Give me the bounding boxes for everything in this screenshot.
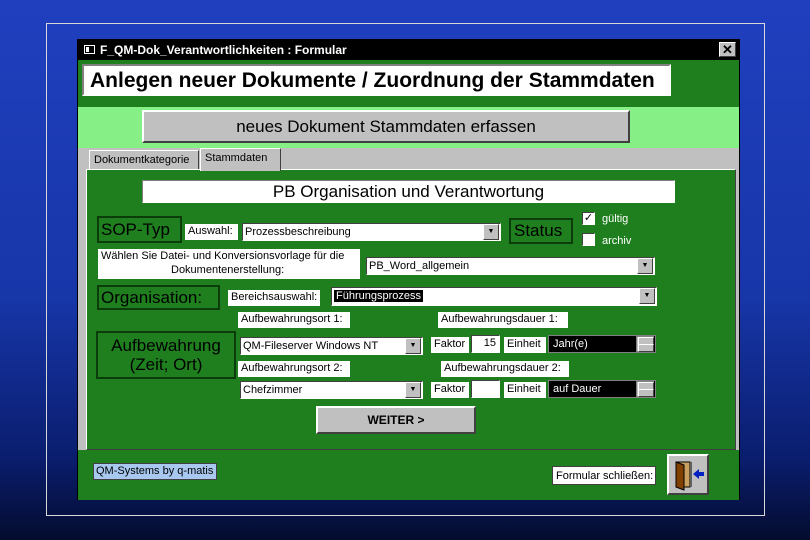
status-valid-label: gültig bbox=[602, 213, 629, 225]
close-form-button[interactable] bbox=[667, 454, 709, 495]
template-select[interactable]: PB_Word_allgemein bbox=[366, 257, 655, 275]
unit2-spinner[interactable] bbox=[636, 381, 654, 397]
sop-select-label: Auswahl: bbox=[185, 224, 238, 240]
unit1-spinner[interactable] bbox=[636, 336, 654, 352]
retention-place1-select[interactable]: QM-Fileserver Windows NT bbox=[240, 337, 423, 355]
unit2-value: auf Dauer bbox=[553, 383, 602, 395]
unit2-label: Einheit bbox=[504, 382, 546, 398]
template-label-line2: Dokumentenerstellung: bbox=[171, 264, 285, 276]
credit-label[interactable]: QM-Systems by q-matis bbox=[93, 463, 217, 480]
retention-duration2-label: Aufbewahrungsdauer 2: bbox=[441, 361, 569, 377]
template-dropdown-icon[interactable]: ▼ bbox=[637, 258, 653, 274]
status-checkbox-archive[interactable] bbox=[582, 233, 595, 246]
template-label: Wählen Sie Datei- und Konversionsvorlage… bbox=[98, 249, 360, 279]
factor2-label: Faktor bbox=[431, 382, 469, 398]
retention-heading: Aufbewahrung (Zeit; Ort) bbox=[96, 331, 236, 379]
exit-door-icon bbox=[675, 461, 704, 491]
retention-place2-value: Chefzimmer bbox=[243, 384, 303, 396]
form-icon[interactable] bbox=[84, 45, 95, 54]
category-banner: PB Organisation und Verantwortung bbox=[142, 180, 675, 203]
window-titlebar: F_QM-Dok_Verantwortlichkeiten : Formular bbox=[78, 40, 739, 60]
organisation-heading: Organisation: bbox=[97, 285, 220, 310]
retention-place2-select[interactable]: Chefzimmer bbox=[240, 381, 423, 399]
retention-duration1-label: Aufbewahrungsdauer 1: bbox=[438, 312, 568, 328]
factor1-label: Faktor bbox=[431, 337, 469, 353]
retention-place2-label: Aufbewahrungsort 2: bbox=[238, 361, 350, 377]
organisation-select[interactable]: Führungsprozess bbox=[331, 287, 657, 306]
sop-dropdown-icon[interactable]: ▼ bbox=[483, 224, 499, 240]
next-button[interactable]: WEITER > bbox=[316, 406, 476, 434]
new-document-button[interactable]: neues Dokument Stammdaten erfassen bbox=[142, 110, 630, 143]
window-close-button[interactable]: ✕ bbox=[719, 42, 736, 57]
close-form-label: Formular schließen: bbox=[552, 466, 656, 485]
retention-place1-value: QM-Fileserver Windows NT bbox=[243, 340, 379, 352]
retention-place1-label: Aufbewahrungsort 1: bbox=[238, 312, 350, 328]
sop-type-select[interactable]: Prozessbeschreibung bbox=[242, 223, 501, 241]
factor2-input[interactable] bbox=[471, 380, 500, 398]
sop-type-heading: SOP-Typ bbox=[97, 216, 182, 243]
template-label-line1: Wählen Sie Datei- und Konversionsvorlage… bbox=[101, 250, 345, 262]
retention-place1-dropdown-icon[interactable]: ▼ bbox=[405, 338, 421, 354]
factor1-input[interactable]: 15 bbox=[471, 335, 500, 353]
sop-type-value: Prozessbeschreibung bbox=[245, 226, 351, 238]
template-value: PB_Word_allgemein bbox=[369, 260, 470, 272]
organisation-value: Führungsprozess bbox=[334, 290, 423, 302]
retention-heading-line1: Aufbewahrung bbox=[111, 336, 221, 355]
page-title: Anlegen neuer Dokumente / Zuordnung der … bbox=[82, 64, 671, 96]
status-heading: Status bbox=[509, 218, 573, 244]
retention-place2-dropdown-icon[interactable]: ▼ bbox=[405, 382, 421, 398]
status-checkbox-valid[interactable]: ✓ bbox=[582, 212, 595, 225]
organisation-label: Bereichsauswahl: bbox=[228, 290, 320, 306]
organisation-dropdown-icon[interactable]: ▼ bbox=[639, 288, 655, 304]
retention-heading-line2: (Zeit; Ort) bbox=[129, 355, 203, 374]
status-archive-label: archiv bbox=[602, 235, 632, 247]
unit1-label: Einheit bbox=[504, 337, 546, 353]
unit1-value: Jahr(e) bbox=[553, 338, 588, 350]
tab-dokumentkategorie[interactable]: Dokumentkategorie bbox=[89, 150, 199, 171]
tab-stammdaten[interactable]: Stammdaten bbox=[200, 148, 281, 171]
